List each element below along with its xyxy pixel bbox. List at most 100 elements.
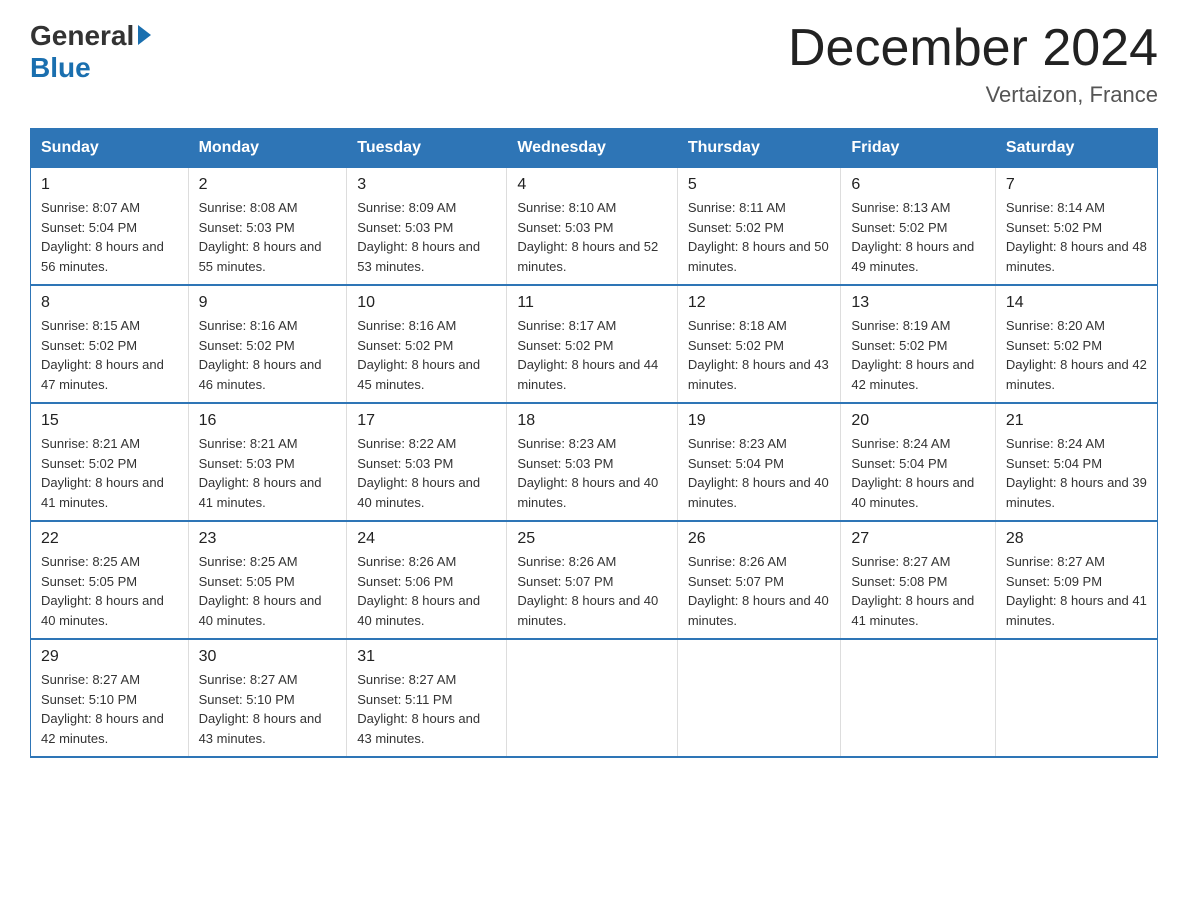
day-number: 22 bbox=[41, 530, 178, 548]
sunrise-time: 8:27 AM bbox=[250, 672, 298, 687]
calendar-day-cell: 10 Sunrise: 8:16 AM Sunset: 5:02 PM Dayl… bbox=[347, 285, 507, 403]
day-number: 30 bbox=[199, 648, 337, 666]
calendar-day-cell: 28 Sunrise: 8:27 AM Sunset: 5:09 PM Dayl… bbox=[995, 521, 1157, 639]
sunset-time: 5:02 PM bbox=[899, 220, 947, 235]
calendar-day-cell: 8 Sunrise: 8:15 AM Sunset: 5:02 PM Dayli… bbox=[31, 285, 189, 403]
page-header: General Blue December 2024 Vertaizon, Fr… bbox=[30, 20, 1158, 108]
sunset-time: 5:10 PM bbox=[89, 692, 137, 707]
calendar-day-cell: 5 Sunrise: 8:11 AM Sunset: 5:02 PM Dayli… bbox=[677, 168, 841, 286]
calendar-day-cell: 14 Sunrise: 8:20 AM Sunset: 5:02 PM Dayl… bbox=[995, 285, 1157, 403]
sunrise-label: Sunrise: bbox=[517, 554, 565, 569]
day-info: Sunrise: 8:27 AM Sunset: 5:10 PM Dayligh… bbox=[41, 670, 178, 748]
calendar-day-cell: 27 Sunrise: 8:27 AM Sunset: 5:08 PM Dayl… bbox=[841, 521, 996, 639]
sunset-label: Sunset: bbox=[851, 456, 895, 471]
day-info: Sunrise: 8:15 AM Sunset: 5:02 PM Dayligh… bbox=[41, 316, 178, 394]
title-section: December 2024 Vertaizon, France bbox=[788, 20, 1158, 108]
day-info: Sunrise: 8:27 AM Sunset: 5:08 PM Dayligh… bbox=[851, 552, 985, 630]
daylight-label: Daylight: bbox=[517, 593, 568, 608]
calendar-day-cell: 16 Sunrise: 8:21 AM Sunset: 5:03 PM Dayl… bbox=[188, 403, 347, 521]
daylight-label: Daylight: bbox=[688, 239, 739, 254]
day-number: 28 bbox=[1006, 530, 1147, 548]
header-sunday: Sunday bbox=[31, 129, 189, 168]
sunrise-time: 8:16 AM bbox=[409, 318, 457, 333]
day-number: 8 bbox=[41, 294, 178, 312]
daylight-label: Daylight: bbox=[688, 593, 739, 608]
sunrise-label: Sunrise: bbox=[199, 200, 247, 215]
header-tuesday: Tuesday bbox=[347, 129, 507, 168]
sunrise-time: 8:20 AM bbox=[1057, 318, 1105, 333]
calendar-day-cell bbox=[677, 639, 841, 757]
sunset-label: Sunset: bbox=[199, 574, 243, 589]
calendar-week-row: 1 Sunrise: 8:07 AM Sunset: 5:04 PM Dayli… bbox=[31, 168, 1158, 286]
daylight-label: Daylight: bbox=[199, 711, 250, 726]
calendar-day-cell: 7 Sunrise: 8:14 AM Sunset: 5:02 PM Dayli… bbox=[995, 168, 1157, 286]
sunrise-time: 8:19 AM bbox=[903, 318, 951, 333]
sunrise-label: Sunrise: bbox=[41, 436, 89, 451]
logo-general-text: General bbox=[30, 20, 134, 52]
sunset-label: Sunset: bbox=[41, 692, 85, 707]
day-info: Sunrise: 8:27 AM Sunset: 5:09 PM Dayligh… bbox=[1006, 552, 1147, 630]
calendar-table: Sunday Monday Tuesday Wednesday Thursday… bbox=[30, 128, 1158, 758]
calendar-day-cell: 6 Sunrise: 8:13 AM Sunset: 5:02 PM Dayli… bbox=[841, 168, 996, 286]
day-number: 5 bbox=[688, 176, 831, 194]
location-subtitle: Vertaizon, France bbox=[788, 82, 1158, 108]
daylight-label: Daylight: bbox=[357, 357, 408, 372]
sunrise-time: 8:21 AM bbox=[92, 436, 140, 451]
sunrise-time: 8:24 AM bbox=[1057, 436, 1105, 451]
sunset-time: 5:02 PM bbox=[1054, 220, 1102, 235]
daylight-label: Daylight: bbox=[199, 239, 250, 254]
day-number: 27 bbox=[851, 530, 985, 548]
day-number: 14 bbox=[1006, 294, 1147, 312]
header-thursday: Thursday bbox=[677, 129, 841, 168]
daylight-label: Daylight: bbox=[851, 357, 902, 372]
daylight-label: Daylight: bbox=[688, 475, 739, 490]
header-monday: Monday bbox=[188, 129, 347, 168]
sunrise-time: 8:27 AM bbox=[92, 672, 140, 687]
calendar-day-cell: 29 Sunrise: 8:27 AM Sunset: 5:10 PM Dayl… bbox=[31, 639, 189, 757]
calendar-week-row: 29 Sunrise: 8:27 AM Sunset: 5:10 PM Dayl… bbox=[31, 639, 1158, 757]
sunset-label: Sunset: bbox=[199, 338, 243, 353]
calendar-day-cell: 17 Sunrise: 8:22 AM Sunset: 5:03 PM Dayl… bbox=[347, 403, 507, 521]
daylight-label: Daylight: bbox=[517, 475, 568, 490]
sunset-label: Sunset: bbox=[357, 338, 401, 353]
sunset-label: Sunset: bbox=[851, 574, 895, 589]
sunset-time: 5:06 PM bbox=[405, 574, 453, 589]
sunrise-label: Sunrise: bbox=[41, 318, 89, 333]
sunset-time: 5:04 PM bbox=[736, 456, 784, 471]
day-info: Sunrise: 8:20 AM Sunset: 5:02 PM Dayligh… bbox=[1006, 316, 1147, 394]
calendar-day-cell: 22 Sunrise: 8:25 AM Sunset: 5:05 PM Dayl… bbox=[31, 521, 189, 639]
sunrise-label: Sunrise: bbox=[851, 554, 899, 569]
daylight-label: Daylight: bbox=[357, 239, 408, 254]
day-number: 26 bbox=[688, 530, 831, 548]
day-number: 10 bbox=[357, 294, 496, 312]
sunset-label: Sunset: bbox=[517, 574, 561, 589]
day-number: 13 bbox=[851, 294, 985, 312]
calendar-day-cell bbox=[841, 639, 996, 757]
day-number: 31 bbox=[357, 648, 496, 666]
day-info: Sunrise: 8:23 AM Sunset: 5:03 PM Dayligh… bbox=[517, 434, 667, 512]
day-info: Sunrise: 8:22 AM Sunset: 5:03 PM Dayligh… bbox=[357, 434, 496, 512]
sunrise-label: Sunrise: bbox=[688, 436, 736, 451]
page-title: December 2024 bbox=[788, 20, 1158, 77]
day-info: Sunrise: 8:24 AM Sunset: 5:04 PM Dayligh… bbox=[851, 434, 985, 512]
sunset-label: Sunset: bbox=[41, 574, 85, 589]
day-info: Sunrise: 8:18 AM Sunset: 5:02 PM Dayligh… bbox=[688, 316, 831, 394]
sunrise-time: 8:24 AM bbox=[903, 436, 951, 451]
day-info: Sunrise: 8:25 AM Sunset: 5:05 PM Dayligh… bbox=[199, 552, 337, 630]
calendar-week-row: 8 Sunrise: 8:15 AM Sunset: 5:02 PM Dayli… bbox=[31, 285, 1158, 403]
calendar-day-cell: 15 Sunrise: 8:21 AM Sunset: 5:02 PM Dayl… bbox=[31, 403, 189, 521]
day-info: Sunrise: 8:25 AM Sunset: 5:05 PM Dayligh… bbox=[41, 552, 178, 630]
sunrise-time: 8:26 AM bbox=[739, 554, 787, 569]
header-wednesday: Wednesday bbox=[507, 129, 678, 168]
sunrise-label: Sunrise: bbox=[41, 554, 89, 569]
sunset-time: 5:04 PM bbox=[89, 220, 137, 235]
day-number: 6 bbox=[851, 176, 985, 194]
calendar-header-row: Sunday Monday Tuesday Wednesday Thursday… bbox=[31, 129, 1158, 168]
sunrise-time: 8:23 AM bbox=[739, 436, 787, 451]
sunset-time: 5:02 PM bbox=[405, 338, 453, 353]
sunset-label: Sunset: bbox=[357, 574, 401, 589]
daylight-label: Daylight: bbox=[517, 239, 568, 254]
calendar-day-cell: 3 Sunrise: 8:09 AM Sunset: 5:03 PM Dayli… bbox=[347, 168, 507, 286]
day-number: 17 bbox=[357, 412, 496, 430]
day-number: 16 bbox=[199, 412, 337, 430]
